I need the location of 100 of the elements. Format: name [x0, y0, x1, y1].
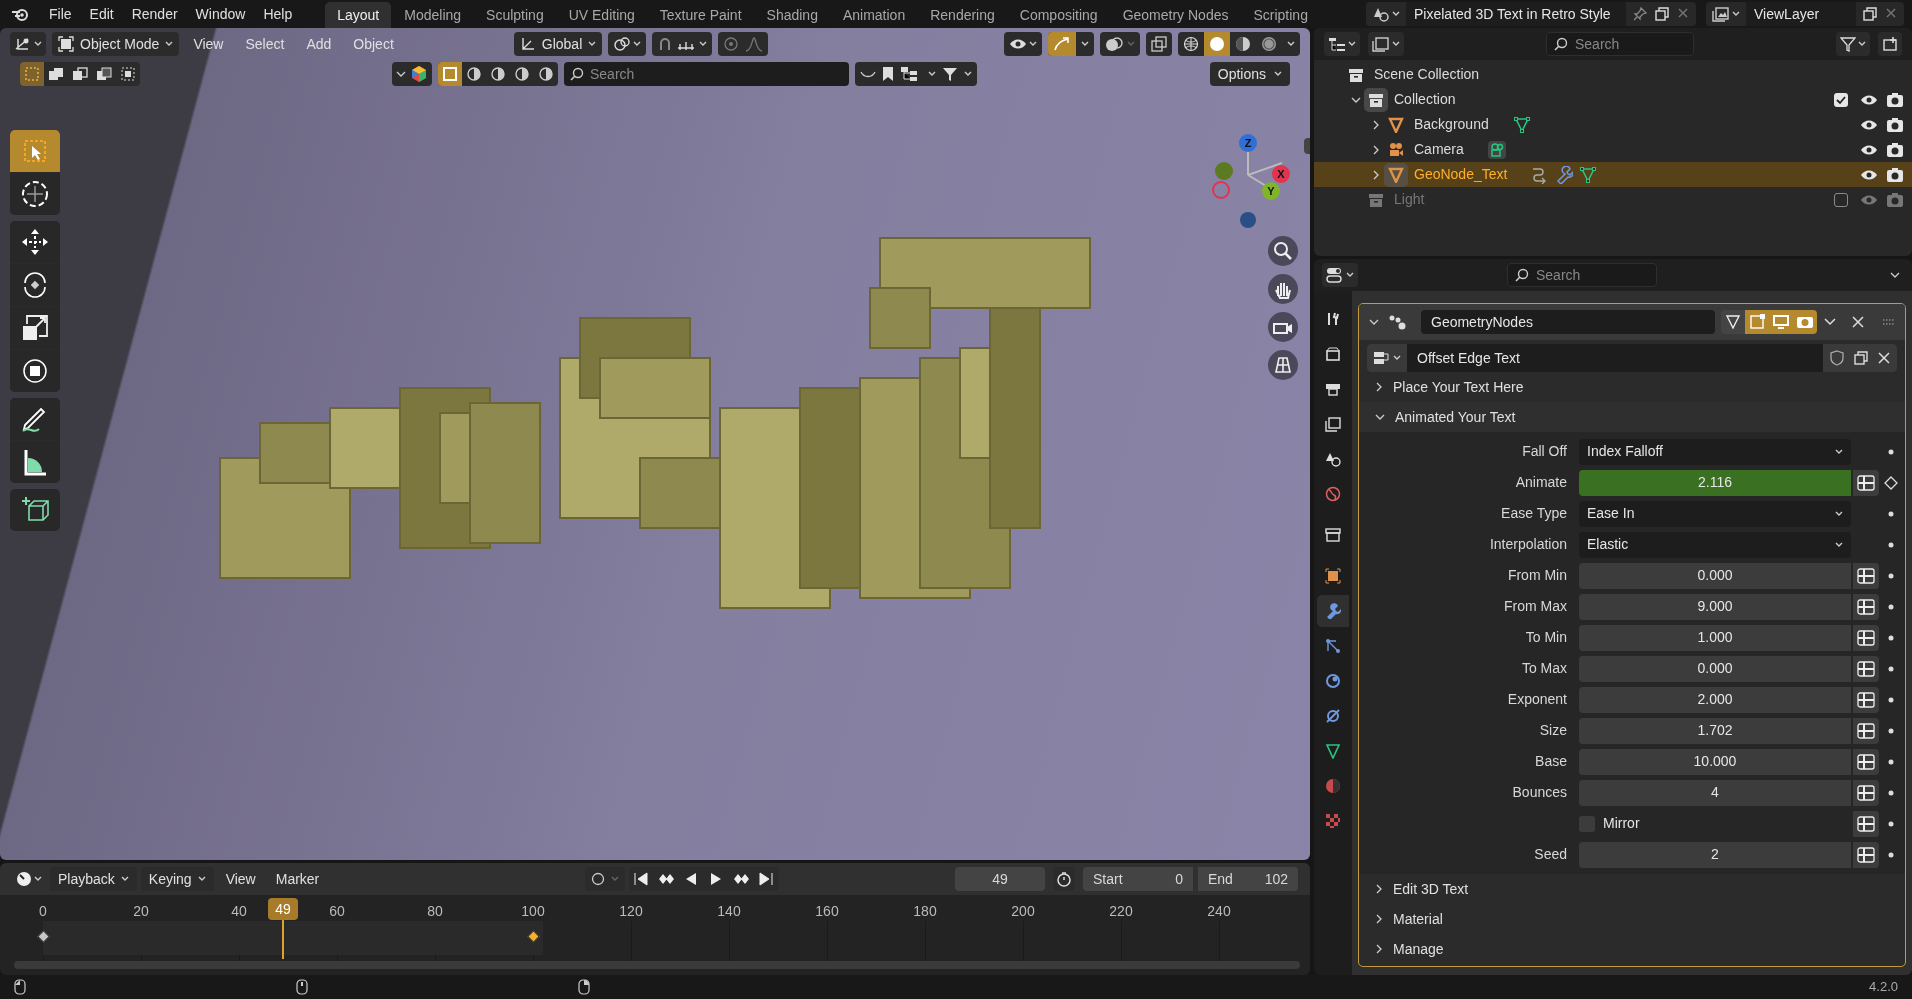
viewport-menu-item[interactable]: View	[185, 32, 232, 56]
workspace-tab[interactable]: Rendering	[918, 2, 1007, 28]
frame-tick-label: 140	[717, 902, 741, 921]
number-field[interactable]: 0.000	[1579, 655, 1851, 682]
workspace-tab[interactable]: Layout	[325, 2, 392, 28]
frame-tick-label: 160	[815, 902, 839, 921]
number-field[interactable]: 2.116	[1579, 469, 1851, 496]
timeline-menu-item[interactable]: View	[217, 867, 264, 891]
frame-tick-label: 220	[1109, 902, 1133, 921]
version-label: 4.2.0	[1869, 978, 1898, 997]
workspace-tab[interactable]: Compositing	[1007, 2, 1110, 28]
number-field[interactable]: 1.000	[1579, 624, 1851, 651]
field-label: Seed	[1534, 846, 1567, 862]
dropdown-field[interactable]: Elastic	[1579, 531, 1851, 558]
outliner-item-label: Light	[1394, 190, 1425, 209]
outliner-item-label: GeoNode_Text	[1414, 165, 1508, 184]
frame-tick-label: 180	[913, 902, 937, 921]
menu-item[interactable]: Window	[186, 2, 255, 26]
frame-tick-label: 120	[619, 902, 643, 921]
workspace-tab[interactable]: Animation	[830, 2, 918, 28]
number-field[interactable]: 2	[1579, 841, 1851, 868]
gizmo-axis-button[interactable]: Z	[1239, 134, 1257, 152]
workspace-tab[interactable]: Modeling	[392, 2, 474, 28]
number-field[interactable]: 0.000	[1579, 562, 1851, 589]
field-label: Ease Type	[1501, 505, 1567, 521]
frame-tick-label: 40	[231, 902, 247, 921]
start-frame-field[interactable]: Start 0	[1083, 867, 1193, 891]
field-label: From Max	[1504, 598, 1567, 614]
playhead-frame-label[interactable]: 49	[268, 898, 299, 920]
workspace-tab[interactable]: Geometry Nodes	[1110, 2, 1241, 28]
end-frame-field[interactable]: End 102	[1198, 867, 1298, 891]
options-dropdown[interactable]: Options	[1209, 62, 1290, 86]
number-field[interactable]: 10.000	[1579, 748, 1851, 775]
field-label: Animate	[1515, 474, 1567, 490]
frame-tick-label: 80	[427, 902, 443, 921]
frame-tick-label: 240	[1207, 902, 1231, 921]
mode-dropdown[interactable]: Object Mode	[52, 32, 180, 56]
gizmo-axis-button[interactable]: X	[1272, 165, 1290, 183]
workspace-tab[interactable]: Sculpting	[474, 2, 556, 28]
timeline-menu-item[interactable]: Keying	[140, 867, 214, 891]
timeline-menu-item[interactable]: Marker	[267, 867, 328, 891]
gizmo-axis-button[interactable]: Y	[1262, 182, 1280, 200]
menu-item[interactable]: Help	[254, 2, 302, 26]
outliner-row[interactable]: GeoNode_Text	[1314, 162, 1912, 187]
dropdown-field[interactable]: Ease In	[1579, 500, 1851, 527]
timeline-menu-item[interactable]: Playback	[50, 867, 137, 891]
number-field[interactable]: 9.000	[1579, 593, 1851, 620]
subpanel-header[interactable]: Material	[1359, 904, 1905, 934]
outliner-row[interactable]: Collection	[1314, 87, 1912, 112]
outliner-row[interactable]: Background	[1314, 112, 1912, 137]
field-label: To Min	[1525, 629, 1567, 645]
frame-tick-label: 0	[39, 902, 47, 921]
number-field[interactable]: 4	[1579, 779, 1851, 806]
outliner-item-label: Collection	[1394, 90, 1456, 109]
outliner-row[interactable]: Camera	[1314, 137, 1912, 162]
frame-tick-label: 60	[329, 902, 345, 921]
viewport-menu-item[interactable]: Add	[298, 32, 340, 56]
subpanel-header[interactable]: Animated Your Text	[1359, 402, 1905, 432]
scene-selector[interactable]: Pixelated 3D Text in Retro Style	[1366, 2, 1696, 26]
3d-viewport[interactable]: Object Mode View Select Add Object Global Search Options Z X Y	[0, 28, 1310, 860]
workspace-tab[interactable]: Shading	[754, 2, 830, 28]
menu-item[interactable]: Render	[122, 2, 187, 26]
mirror-checkbox[interactable]: Mirror	[1579, 810, 1851, 837]
modifier-name-field[interactable]: GeometryNodes	[1421, 310, 1715, 334]
frame-tick-label: 200	[1011, 902, 1035, 921]
properties-search-field[interactable]: Search	[1507, 263, 1657, 287]
subpanel-header[interactable]: Manage	[1359, 934, 1905, 964]
field-label: Fall Off	[1522, 443, 1567, 459]
outliner-item-label: Camera	[1414, 140, 1464, 159]
scene-name-field[interactable]: Pixelated 3D Text in Retro Style	[1406, 2, 1626, 26]
subpanel-header[interactable]: Edit 3D Text	[1359, 874, 1905, 904]
dropdown-field[interactable]: Index Falloff	[1579, 438, 1851, 465]
field-label: From Min	[1507, 567, 1567, 583]
field-label: Interpolation	[1489, 536, 1567, 552]
frame-tick-label: 20	[133, 902, 149, 921]
number-field[interactable]: 1.702	[1579, 717, 1851, 744]
field-label: Bounces	[1512, 784, 1567, 800]
outliner-item-label: Scene Collection	[1374, 65, 1480, 84]
viewport-search-field[interactable]: Search	[564, 62, 849, 86]
field-label: Size	[1539, 722, 1567, 738]
orientation-dropdown[interactable]: Global	[513, 32, 603, 56]
view-layer-name-field[interactable]: ViewLayer	[1746, 2, 1856, 26]
workspace-tab[interactable]: Texture Paint	[647, 2, 754, 28]
outliner-item-label: Background	[1414, 115, 1489, 134]
field-label: Exponent	[1507, 691, 1567, 707]
subpanel-header[interactable]: Place Your Text Here	[1359, 372, 1905, 402]
field-label: Base	[1535, 753, 1567, 769]
workspace-tab[interactable]: UV Editing	[556, 2, 647, 28]
menu-item[interactable]: Edit	[80, 2, 123, 26]
frame-tick-label: 100	[521, 902, 545, 921]
outliner-search-field[interactable]: Search	[1546, 32, 1694, 56]
outliner-row[interactable]: Scene Collection	[1314, 62, 1912, 87]
view-layer-selector[interactable]: ViewLayer	[1706, 2, 1904, 26]
field-label: To Max	[1521, 660, 1567, 676]
current-frame-field[interactable]: 49	[955, 867, 1045, 891]
workspace-tab[interactable]: Scripting	[1241, 2, 1320, 28]
viewport-menu-item[interactable]: Select	[237, 32, 293, 56]
viewport-menu-item[interactable]: Object	[345, 32, 402, 56]
menu-item[interactable]: File	[40, 2, 81, 26]
number-field[interactable]: 2.000	[1579, 686, 1851, 713]
